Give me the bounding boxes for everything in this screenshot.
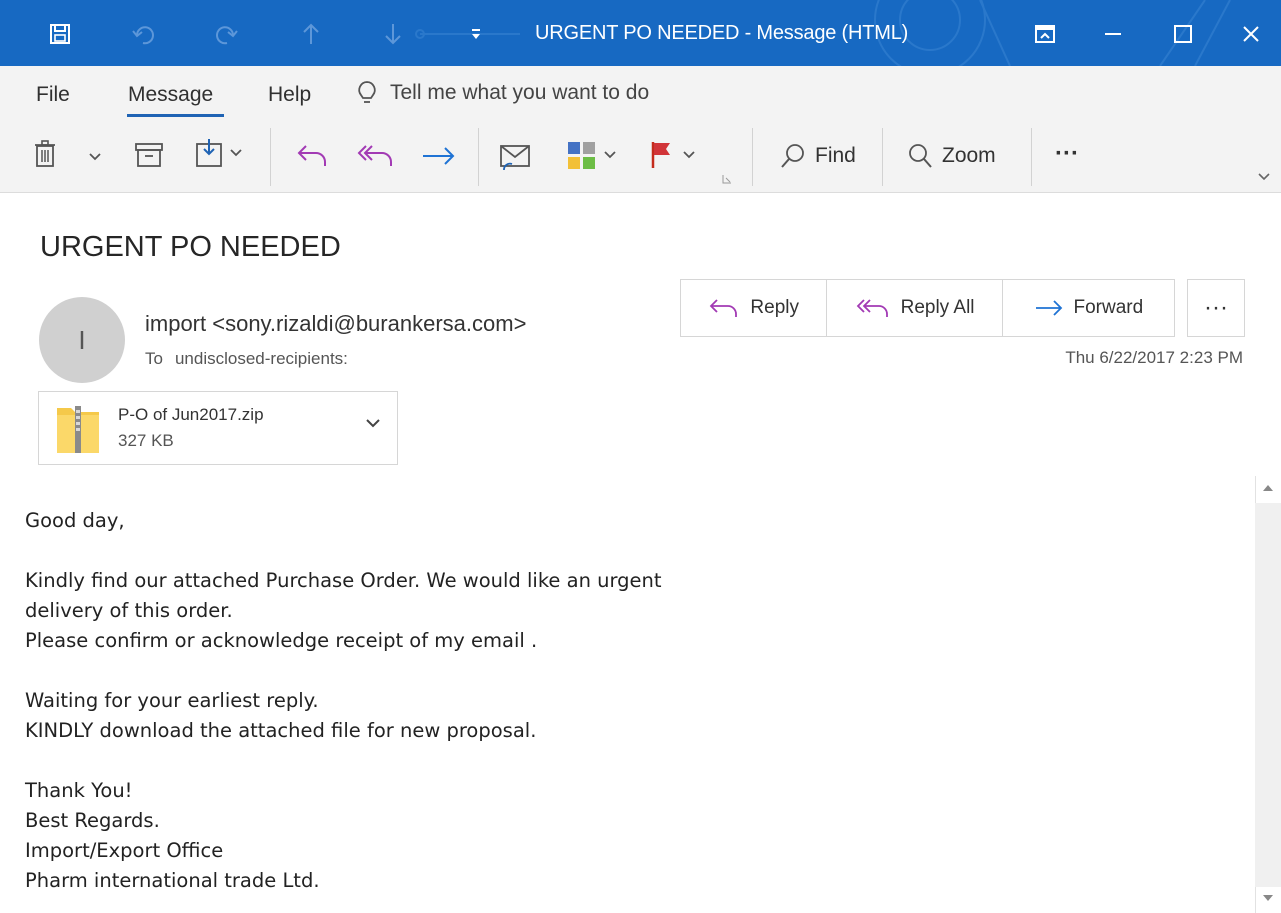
body-line	[25, 746, 1245, 776]
archive-icon	[135, 143, 163, 167]
redo-icon[interactable]	[212, 19, 242, 49]
email-subject: URGENT PO NEEDED	[40, 231, 341, 263]
move-to-folder-icon	[196, 139, 222, 167]
toolbar-separator	[882, 128, 883, 186]
minimize-icon[interactable]	[1098, 19, 1128, 49]
reply-all-icon	[856, 299, 888, 317]
body-line: Good day,	[25, 509, 125, 532]
body-line: Import/Export Office	[25, 839, 224, 862]
categorize-button[interactable]	[567, 140, 617, 170]
tell-me-label: Tell me what you want to do	[390, 81, 650, 104]
attachment-card[interactable]: P-O of Jun2017.zip 327 KB	[38, 391, 398, 465]
forward-button[interactable]: Forward	[1003, 280, 1174, 336]
follow-up-dropdown-icon	[683, 151, 695, 159]
reply-icon	[710, 299, 738, 317]
message-actions: Reply Reply All Forward	[680, 279, 1175, 337]
forward-icon	[1035, 300, 1062, 316]
body-line: Best Regards.	[25, 809, 160, 832]
mark-unread-button[interactable]	[498, 142, 532, 172]
body-line: delivery of this order.	[25, 599, 233, 622]
scroll-down-arrow-icon[interactable]	[1262, 893, 1274, 903]
reply-all-label: Reply All	[900, 297, 975, 318]
body-line: Waiting for your earliest reply.	[25, 689, 319, 712]
maximize-icon[interactable]	[1168, 19, 1198, 49]
body-line	[25, 536, 1245, 566]
body-line: Pharm international trade Ltd.	[25, 869, 320, 892]
toolbar-separator	[752, 128, 753, 186]
lightbulb-icon	[358, 81, 376, 103]
customize-quick-access-icon[interactable]	[461, 19, 491, 49]
body-line: Thank You!	[25, 779, 133, 802]
title-bar: URGENT PO NEEDED - Message (HTML)	[0, 0, 1281, 66]
toolbar-separator	[478, 128, 479, 186]
window-title: URGENT PO NEEDED - Message (HTML)	[535, 22, 909, 44]
envelope-icon	[500, 145, 530, 171]
body-line: KINDLY download the attached file for ne…	[25, 719, 537, 742]
previous-item-icon[interactable]	[296, 19, 326, 49]
archive-button[interactable]	[134, 142, 164, 168]
recipients-row: To undisclosed-recipients:	[145, 349, 360, 369]
attachment-size: 327 KB	[118, 431, 174, 450]
toolbar-separator	[270, 128, 271, 186]
to-label: To	[145, 349, 163, 368]
sent-date: Thu 6/22/2017 2:23 PM	[1065, 348, 1243, 367]
next-item-icon[interactable]	[378, 19, 408, 49]
zip-folder-icon	[57, 406, 99, 453]
save-icon[interactable]	[45, 19, 75, 49]
group-launcher-icon[interactable]	[722, 174, 732, 184]
reply-all-icon	[357, 145, 392, 166]
ribbon-toolbar: Find Zoom ···	[0, 122, 1281, 193]
trash-icon	[35, 140, 55, 167]
body-line: Please confirm or acknowledge receipt of…	[25, 629, 538, 652]
reply-label: Reply	[750, 297, 799, 318]
sender[interactable]: import <sony.rizaldi@burankersa.com>	[145, 311, 526, 337]
body-line: Kindly find our attached Purchase Order.…	[25, 569, 662, 592]
body-line	[25, 656, 1245, 686]
follow-up-button[interactable]	[650, 140, 696, 170]
attachment-name: P-O of Jun2017.zip	[118, 405, 264, 424]
scrollbar-track[interactable]	[1255, 503, 1281, 887]
forward-label: Forward	[1073, 297, 1144, 318]
toolbar-separator	[1031, 128, 1032, 186]
reply-all-button[interactable]: Reply All	[827, 280, 1003, 336]
reply-button[interactable]: Reply	[681, 280, 828, 336]
recipients[interactable]: undisclosed-recipients:	[175, 349, 348, 368]
scroll-up-arrow-icon[interactable]	[1262, 483, 1274, 493]
more-commands-button[interactable]: ···	[1055, 140, 1079, 168]
zoom-button[interactable]: Zoom	[906, 142, 996, 170]
zoom-icon	[909, 144, 932, 168]
menu-help[interactable]: Help	[268, 83, 311, 107]
active-tab-indicator	[127, 114, 224, 117]
more-actions-button[interactable]: ···	[1187, 279, 1245, 337]
flag-icon	[651, 142, 670, 168]
find-button[interactable]: Find	[779, 142, 856, 170]
find-label: Find	[815, 144, 856, 167]
ribbon-display-options-icon[interactable]	[1030, 19, 1060, 49]
move-dropdown-icon	[230, 149, 242, 157]
zoom-label: Zoom	[942, 144, 996, 167]
forward-icon	[423, 147, 455, 165]
menu-message[interactable]: Message	[128, 83, 213, 107]
close-icon[interactable]	[1236, 19, 1266, 49]
categorize-dropdown-icon	[604, 151, 616, 159]
reply-toolbar-button[interactable]	[296, 142, 328, 170]
tell-me-search[interactable]: Tell me what you want to do	[356, 80, 649, 106]
delete-button[interactable]	[34, 140, 56, 168]
menu-bar: File Message Help Tell me what you want …	[0, 66, 1281, 122]
menu-file[interactable]: File	[36, 83, 70, 107]
expand-ribbon-icon[interactable]	[1257, 172, 1271, 182]
reply-all-toolbar-button[interactable]	[356, 142, 394, 170]
chevron-down-icon[interactable]	[365, 418, 381, 430]
search-icon	[781, 144, 804, 168]
reply-icon	[297, 145, 326, 166]
delete-dropdown-icon[interactable]	[88, 152, 102, 162]
undo-icon[interactable]	[128, 19, 158, 49]
avatar[interactable]: I	[39, 297, 125, 383]
categorize-icon	[568, 142, 595, 169]
move-button[interactable]	[195, 138, 243, 168]
message-body: Good day, Kindly find our attached Purch…	[25, 506, 1245, 896]
forward-toolbar-button[interactable]	[421, 144, 457, 168]
